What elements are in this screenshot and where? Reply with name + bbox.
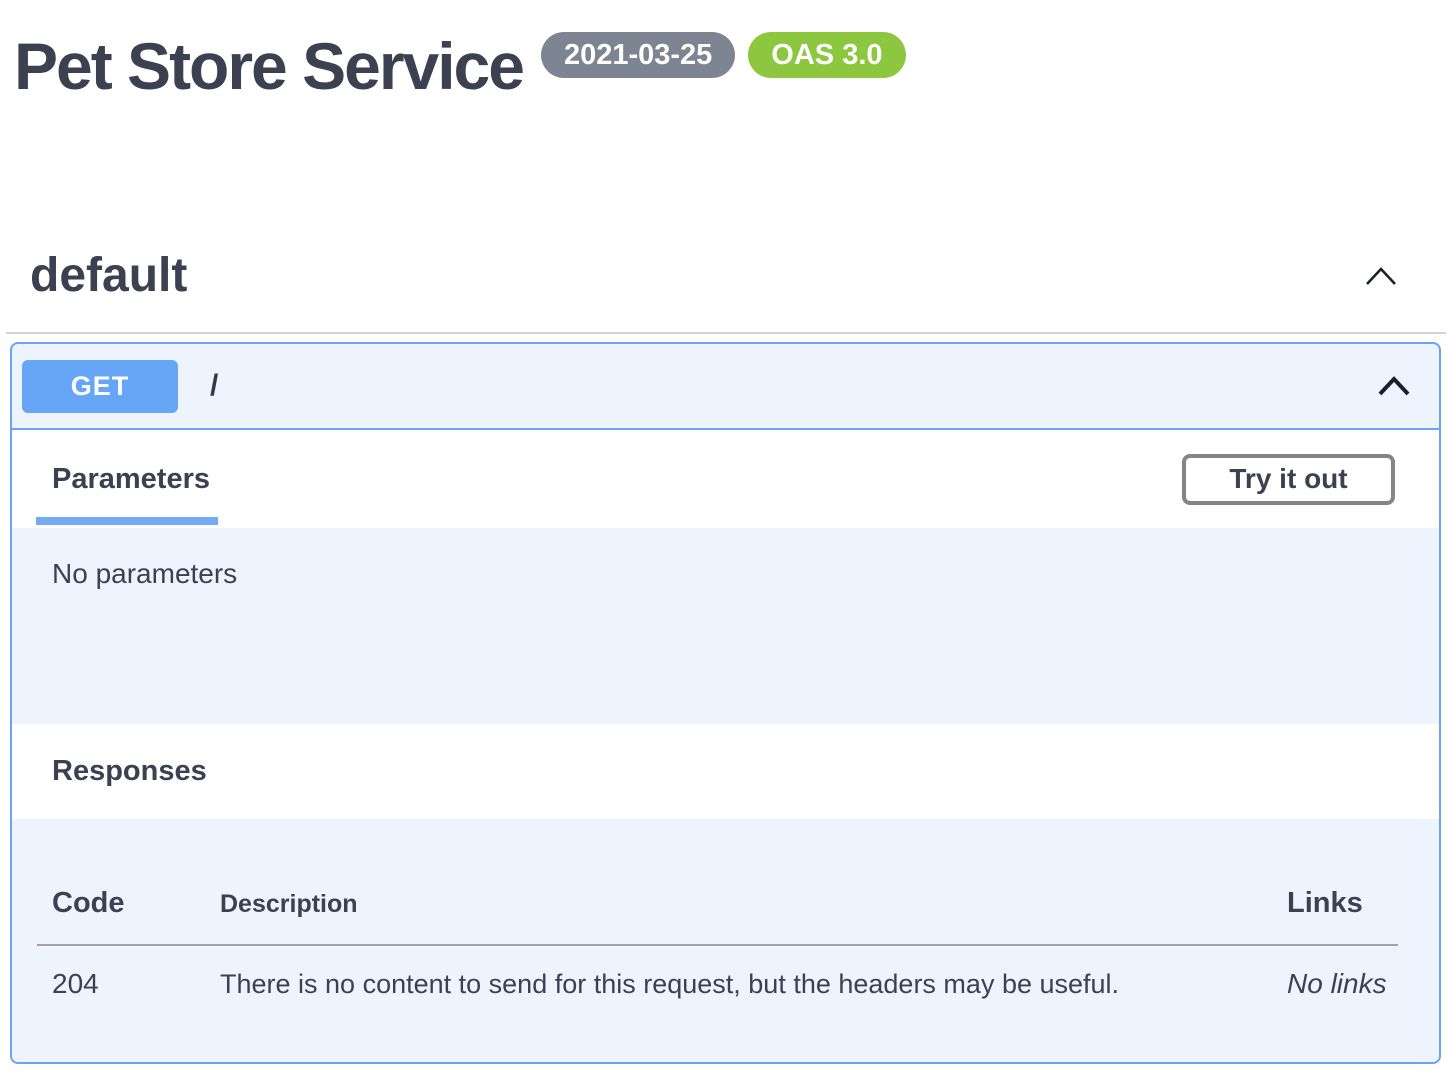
opblock-collapse-button[interactable] — [1377, 373, 1411, 399]
opblock-get-root: GET / Parameters Try it out No parameter… — [10, 342, 1441, 1064]
http-method-badge: GET — [22, 360, 178, 413]
column-header-description: Description — [205, 890, 1272, 919]
chevron-up-icon — [1377, 373, 1411, 399]
parameters-body: No parameters — [12, 528, 1439, 724]
response-code: 204 — [37, 968, 205, 1000]
response-links: No links — [1272, 968, 1398, 1000]
responses-header: Responses — [12, 724, 1439, 819]
tab-parameters[interactable]: Parameters — [52, 463, 210, 496]
table-row: 204 There is no content to send for this… — [37, 946, 1398, 1000]
active-tab-underline — [36, 517, 218, 525]
oas-version-badge: OAS 3.0 — [748, 32, 905, 78]
title-badges: 2021-03-25 OAS 3.0 — [541, 32, 906, 78]
tag-section-title: default — [30, 250, 187, 302]
try-it-out-button[interactable]: Try it out — [1182, 454, 1395, 505]
responses-table: Code Description Links 204 There is no c… — [12, 819, 1439, 1062]
page-title: Pet Store Service — [14, 28, 523, 104]
column-header-links: Links — [1272, 887, 1398, 920]
tag-section-header-default[interactable]: default — [6, 104, 1446, 334]
version-badge: 2021-03-25 — [541, 32, 735, 78]
endpoint-path: / — [210, 369, 1377, 403]
chevron-up-icon — [1364, 264, 1398, 288]
tag-collapse-button[interactable] — [1364, 264, 1398, 288]
no-parameters-message: No parameters — [52, 558, 237, 589]
opblock-summary[interactable]: GET / — [12, 344, 1439, 430]
responses-table-header-row: Code Description Links — [37, 819, 1398, 944]
responses-title: Responses — [52, 755, 207, 788]
api-header: Pet Store Service 2021-03-25 OAS 3.0 — [0, 0, 1452, 104]
column-header-code: Code — [37, 887, 205, 920]
parameters-header: Parameters Try it out — [12, 430, 1439, 528]
response-description: There is no content to send for this req… — [205, 969, 1272, 1000]
